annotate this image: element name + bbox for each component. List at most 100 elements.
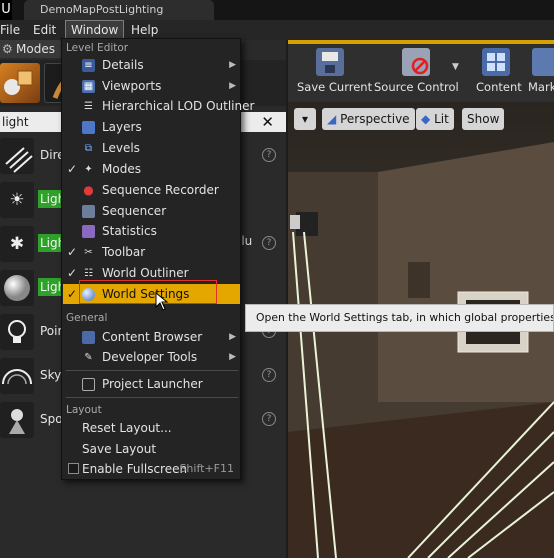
- menu-item-label: Sequence Recorder: [102, 183, 219, 197]
- perspective-label: Perspective: [340, 112, 410, 126]
- perspective-icon: ◢: [327, 112, 337, 126]
- help-icon[interactable]: ?: [262, 368, 276, 382]
- menu-item-sequencer[interactable]: Sequencer: [63, 201, 240, 221]
- menu-item-details[interactable]: ≡ Details ▶: [63, 55, 240, 75]
- menu-item-label: Save Layout: [82, 442, 157, 456]
- marketplace-label: Mark: [528, 80, 554, 94]
- levels-icon: ⧉: [84, 143, 93, 154]
- check-icon: ✓: [67, 266, 78, 280]
- modes-tab[interactable]: ⚙ Modes: [0, 40, 62, 58]
- menu-edit[interactable]: Edit: [33, 20, 56, 40]
- menu-item-label: Sequencer: [102, 204, 167, 218]
- menu-item-project-launcher[interactable]: Project Launcher: [63, 374, 240, 394]
- fullscreen-checkbox[interactable]: [68, 463, 79, 474]
- menu-bar: File Edit Window Help: [0, 20, 554, 40]
- menu-item-label: Modes: [102, 162, 141, 176]
- show-label: Show: [467, 112, 500, 126]
- menu-item-levels[interactable]: ⧉ Levels: [63, 138, 240, 158]
- record-icon: ●: [83, 183, 94, 197]
- shortcut-label: Shift+F11: [179, 462, 234, 475]
- save-current-label: Save Current: [297, 80, 373, 94]
- menu-item-enable-fullscreen[interactable]: Enable Fullscreen Shift+F11: [63, 459, 240, 479]
- lit-icon: ◆: [421, 112, 431, 126]
- mouse-cursor-icon: [155, 292, 169, 311]
- menu-item-sequence-recorder[interactable]: ● Sequence Recorder: [63, 180, 240, 200]
- document-tab-title: DemoMapPostLighting: [40, 3, 164, 16]
- place-mode-icon: [4, 70, 33, 95]
- submenu-arrow-icon: ▶: [229, 332, 236, 342]
- clear-search-icon[interactable]: ✕: [261, 112, 274, 132]
- content-icon: [482, 48, 510, 76]
- toolbar-icon: ✂: [84, 247, 93, 258]
- menu-item-label: Content Browser: [102, 330, 203, 344]
- menu-item-hlod-outliner[interactable]: ☰ Hierarchical LOD Outliner: [63, 96, 254, 116]
- menu-item-modes[interactable]: ✓ ✦ Modes: [63, 159, 240, 179]
- menu-item-developer-tools[interactable]: ✎ Developer Tools ▶: [63, 347, 240, 367]
- marketplace-button[interactable]: Mark: [526, 44, 554, 102]
- save-icon: [316, 48, 344, 76]
- menu-item-label: Levels: [102, 141, 140, 155]
- help-icon[interactable]: ?: [262, 148, 276, 162]
- content-browser-icon: [82, 331, 95, 344]
- menu-item-label: Toolbar: [102, 245, 146, 259]
- menu-separator: [66, 397, 238, 398]
- window-menu-dropdown: Level Editor ≡ Details ▶ ▦ Viewports ▶ ☰…: [61, 38, 254, 480]
- menu-item-label: Reset Layout...: [82, 421, 172, 435]
- place-mode-button[interactable]: [0, 63, 40, 103]
- actor-label: Sky: [40, 368, 62, 382]
- menu-item-statistics[interactable]: Statistics: [63, 221, 240, 241]
- statistics-icon: [82, 225, 95, 238]
- annotation-highlight-box: [79, 280, 217, 304]
- sky-light-icon: [0, 358, 34, 394]
- menu-item-save-layout[interactable]: Save Layout: [63, 439, 240, 459]
- modes-gear-icon: ⚙: [2, 42, 13, 56]
- title-bar: U DemoMapPostLighting: [0, 0, 554, 20]
- menu-item-label: Project Launcher: [102, 377, 203, 391]
- check-icon: ✓: [67, 162, 78, 176]
- menu-help[interactable]: Help: [131, 20, 158, 40]
- level-toolbar: Save Current Source Control ▼ Content Ma…: [288, 44, 554, 102]
- launcher-icon: [82, 378, 95, 391]
- check-icon: ✓: [67, 287, 78, 301]
- menu-item-label: Developer Tools: [102, 350, 198, 364]
- content-button[interactable]: Content: [472, 44, 522, 102]
- spark-light-icon: ✱: [0, 226, 34, 262]
- modes-tab-label: Modes: [16, 42, 55, 56]
- menu-item-label: Details: [102, 58, 144, 72]
- sphere-light-icon: [0, 270, 34, 306]
- document-tab[interactable]: DemoMapPostLighting: [24, 0, 214, 20]
- section-level-editor: Level Editor: [66, 42, 129, 54]
- source-control-button[interactable]: Source Control: [372, 44, 464, 102]
- lit-button[interactable]: ◆ Lit: [416, 108, 454, 130]
- menu-item-label: Hierarchical LOD Outliner: [102, 99, 255, 113]
- menu-item-toolbar[interactable]: ✓ ✂ Toolbar: [63, 242, 240, 262]
- source-control-dropdown-icon[interactable]: ▼: [452, 62, 459, 72]
- viewport-options-button[interactable]: ▾: [294, 108, 316, 130]
- help-icon[interactable]: ?: [262, 412, 276, 426]
- menu-separator: [66, 370, 238, 371]
- source-control-label: Source Control: [374, 80, 459, 94]
- help-icon[interactable]: ?: [262, 236, 276, 250]
- sequencer-icon: [82, 205, 95, 218]
- menu-item-viewports[interactable]: ▦ Viewports ▶: [63, 76, 240, 96]
- menu-item-layers[interactable]: Layers: [63, 117, 240, 137]
- hlod-icon: ☰: [84, 101, 93, 112]
- show-button[interactable]: Show: [462, 108, 505, 130]
- viewport-toolbar: ▾ ◢ Perspective ◆ Lit Show: [288, 108, 554, 130]
- section-layout: Layout: [66, 404, 102, 416]
- submenu-arrow-icon: ▶: [229, 352, 236, 362]
- perspective-button[interactable]: ◢ Perspective: [322, 108, 415, 130]
- content-label: Content: [476, 80, 522, 94]
- menu-file[interactable]: File: [0, 20, 20, 40]
- menu-window[interactable]: Window: [65, 20, 125, 40]
- bulb-icon: [0, 314, 34, 350]
- sun-light-icon: ☀: [0, 182, 34, 218]
- menu-item-reset-layout[interactable]: Reset Layout...: [63, 418, 240, 438]
- directional-light-icon: [0, 138, 34, 174]
- menu-item-label: Enable Fullscreen: [82, 462, 188, 476]
- save-current-button[interactable]: Save Current: [294, 44, 372, 102]
- menu-item-content-browser[interactable]: Content Browser ▶: [63, 327, 240, 347]
- submenu-arrow-icon: ▶: [229, 60, 236, 70]
- menu-item-label: Statistics: [102, 224, 157, 238]
- source-control-icon: [402, 48, 430, 76]
